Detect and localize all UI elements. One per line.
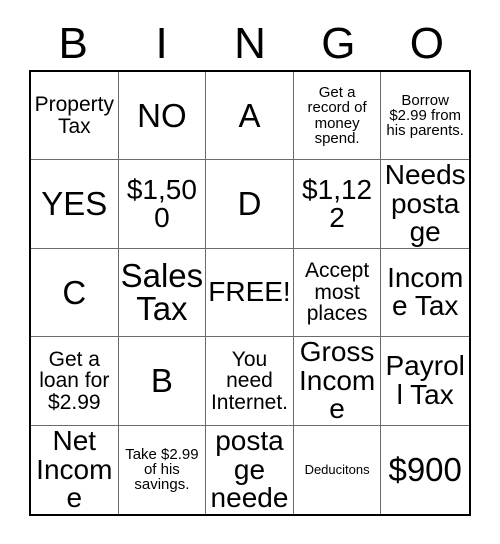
bingo-cell-r4-c4[interactable]: Gross Income — [293, 337, 382, 426]
bingo-cell-label: C — [62, 273, 87, 311]
bingo-cell-label: You need Internet. — [210, 347, 289, 414]
bingo-header: BINGO — [29, 18, 471, 70]
bingo-cell-label: NO — [137, 96, 187, 134]
bingo-cell-r3-c4[interactable]: Accept most places — [293, 248, 382, 338]
bingo-header-letter-o: O — [409, 19, 444, 68]
bingo-cell-r3-c1[interactable]: C — [31, 248, 119, 338]
bingo-cell-r2-c4[interactable]: $1,122 — [293, 160, 382, 249]
bingo-cell-label: Net Income — [36, 425, 113, 514]
bingo-cell-r1-c4[interactable]: Get a record of money spend. — [293, 72, 382, 161]
bingo-cell-label: B — [150, 362, 173, 400]
bingo-cell-r2-c1[interactable]: YES — [31, 160, 119, 249]
bingo-cell-r4-c1[interactable]: Get a loan for $2.99 — [31, 337, 119, 426]
bingo-cell-label: Accept most places — [304, 259, 370, 326]
bingo-free-space[interactable]: FREE! — [206, 248, 294, 338]
bingo-cell-r5-c1[interactable]: Net Income — [31, 425, 119, 514]
bingo-cell-r2-c3[interactable]: D — [206, 160, 294, 249]
bingo-cell-r1-c2[interactable]: NO — [118, 72, 207, 161]
bingo-grid: Property Tax NO A Get a record of money spe… — [29, 70, 471, 516]
bingo-card: B I N G O Property Tax NO A Get a record of mon… — [0, 0, 500, 544]
bingo-cell-r2-c2[interactable]: $1,500 — [118, 160, 207, 249]
bingo-cell-label: A — [238, 96, 261, 134]
bingo-cell-label: Payroll Tax — [385, 350, 465, 410]
bingo-cell-label: $1,500 — [126, 173, 197, 234]
bingo-cell-label: Gross Income — [298, 337, 376, 425]
bingo-cell-label: YES — [41, 185, 108, 223]
bingo-cell-r5-c4[interactable]: Deducitons — [294, 425, 382, 514]
bingo-cell-label: Take $2.99 of his savings. — [125, 445, 199, 494]
bingo-cell-r3-c2[interactable]: Sales Tax — [118, 248, 207, 338]
bingo-header-letter-i: I — [155, 19, 168, 68]
bingo-cell-label: $1,122 — [302, 173, 373, 234]
bingo-cell-r5-c2[interactable]: Take $2.99 of his savings. — [119, 425, 207, 514]
bingo-cell-r4-c5[interactable]: Payroll Tax — [381, 337, 469, 426]
bingo-cell-label: Get a record of money spend. — [307, 84, 367, 147]
bingo-cell-r1-c3[interactable]: A — [206, 72, 294, 161]
bingo-cell-label: D — [237, 185, 262, 223]
bingo-cell-label: Get a loan for $2.99 — [39, 347, 110, 414]
bingo-cell-label: Income Tax — [387, 261, 464, 322]
bingo-header-letter-b: B — [58, 19, 88, 68]
bingo-header-letter-g: G — [321, 19, 356, 68]
bingo-cell-label: Needs postage — [384, 160, 466, 248]
bingo-cell-label: Property Tax — [34, 93, 114, 138]
bingo-cell-r1-c5[interactable]: Borrow $2.99 from his parents. — [381, 72, 469, 161]
bingo-cell-r3-c5[interactable]: Income Tax — [381, 249, 469, 338]
bingo-cell-r4-c3[interactable]: You need Internet. — [206, 337, 294, 426]
bingo-cell-label: No postage needed. — [210, 425, 289, 514]
bingo-cell-label: $900 — [388, 450, 462, 488]
bingo-header-letter-n: N — [234, 19, 266, 68]
bingo-cell-r2-c5[interactable]: Needs postage — [381, 160, 469, 249]
bingo-cell-r5-c3[interactable]: No postage needed. — [206, 425, 294, 514]
bingo-cell-label: Deducitons — [304, 462, 370, 478]
bingo-cell-label: FREE! — [208, 276, 291, 308]
bingo-cell-label: Borrow $2.99 from his parents. — [386, 91, 464, 140]
bingo-cell-r5-c5[interactable]: $900 — [381, 426, 469, 514]
bingo-cell-r4-c2[interactable]: B — [118, 337, 207, 426]
bingo-cell-r1-c1[interactable]: Property Tax — [31, 72, 119, 161]
bingo-cell-label: Sales Tax — [120, 256, 204, 328]
